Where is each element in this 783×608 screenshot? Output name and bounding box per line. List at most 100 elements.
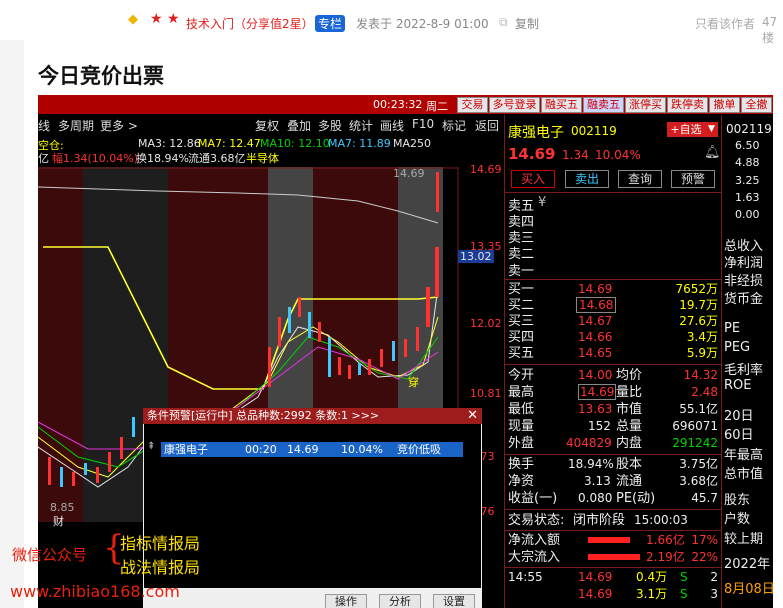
candle bbox=[368, 359, 371, 375]
stat-value: 18.94% bbox=[568, 457, 614, 471]
candle bbox=[278, 317, 281, 347]
post-timestamp: 发表于 2022-8-9 01:00 bbox=[356, 17, 489, 31]
candle bbox=[416, 327, 419, 351]
candle bbox=[436, 172, 439, 212]
menu-adjust[interactable]: 复权 bbox=[255, 117, 279, 134]
menu-line[interactable]: 线 bbox=[38, 117, 50, 134]
analyze-button[interactable]: 分析 bbox=[379, 594, 421, 608]
menu-f10[interactable]: F10 bbox=[412, 117, 434, 131]
stat-row: 换手 18.94% 股本 3.75亿 bbox=[508, 456, 720, 473]
add-favorite-button[interactable]: +自选 bbox=[667, 122, 705, 137]
only-author-link[interactable]: 只看该作者 bbox=[695, 15, 755, 32]
menu-more[interactable]: 更多 > bbox=[100, 117, 138, 134]
alert-price: 14.69 bbox=[287, 443, 319, 456]
trade-button[interactable]: 交易 bbox=[457, 97, 488, 113]
cancel-all-button[interactable]: 全撤 bbox=[741, 97, 772, 113]
stat-label: 流通 bbox=[616, 474, 643, 489]
limit-down-sell-button[interactable]: 跌停卖 bbox=[667, 97, 708, 113]
bell-icon[interactable]: 🔔︎ bbox=[704, 145, 721, 160]
sell-button[interactable]: 卖出 bbox=[565, 170, 609, 188]
flow-label: 大宗流入 bbox=[508, 550, 561, 565]
stat-value: 55.1亿 bbox=[679, 402, 718, 416]
settings-button[interactable]: 设置 bbox=[433, 594, 475, 608]
margin-buy-button[interactable]: 融买五 bbox=[541, 97, 582, 113]
menu-draw[interactable]: 画线 bbox=[380, 117, 404, 134]
sector-name: 半导体 bbox=[246, 152, 279, 165]
query-button[interactable]: 查询 bbox=[618, 170, 662, 188]
current-price-tag: 13.02 bbox=[458, 250, 494, 263]
bid-row: 买三 14.67 27.6万 bbox=[508, 313, 720, 330]
site-watermark: www.zhibiao168.com bbox=[10, 582, 180, 601]
margin-sell-button[interactable]: 融卖五 bbox=[583, 97, 624, 113]
cancel-order-button[interactable]: 撤单 bbox=[709, 97, 740, 113]
ma3-value: MA3: 12.86 bbox=[138, 137, 201, 150]
high-label: 14.69 bbox=[393, 167, 425, 180]
bid-volume: 19.7万 bbox=[679, 298, 718, 312]
flow-label: 净流入额 bbox=[508, 533, 561, 548]
far-right-value: 1.63 bbox=[735, 191, 760, 204]
indicator-unit: 亿 bbox=[38, 152, 49, 165]
stat-row: 最高 14.69 量比 2.48 bbox=[508, 384, 720, 401]
alert-button[interactable]: 预警 bbox=[671, 170, 715, 188]
floor-number: 47楼 bbox=[762, 15, 778, 45]
stat-value: 291242 bbox=[672, 436, 718, 450]
column-badge[interactable]: 专栏 bbox=[315, 15, 346, 32]
flow-value: 2.19亿 bbox=[646, 550, 685, 564]
price-change-pct: 10.04% bbox=[595, 148, 641, 162]
alert-time: 00:20 bbox=[245, 443, 277, 456]
panel-divider bbox=[721, 115, 722, 608]
stat-value: 14.00 bbox=[578, 368, 613, 382]
stat-value: 3.13 bbox=[584, 474, 611, 488]
candle bbox=[358, 363, 361, 375]
bid-volume: 5.9万 bbox=[686, 346, 718, 360]
tick-count: 3 bbox=[710, 587, 718, 601]
candle bbox=[435, 247, 439, 297]
bid-row: 买二 14.68 19.7万 bbox=[508, 297, 720, 314]
close-icon[interactable]: ✕ bbox=[467, 408, 478, 424]
bid-row: 买四 14.66 3.4万 bbox=[508, 329, 720, 346]
tick-side: S bbox=[680, 570, 688, 584]
ma7-value: MA7: 12.47 bbox=[198, 137, 261, 150]
menu-multi-period[interactable]: 多周期 bbox=[58, 117, 94, 134]
menu-stats[interactable]: 统计 bbox=[349, 117, 373, 134]
post-title: 今日竞价出票 bbox=[38, 64, 164, 88]
divider bbox=[504, 567, 722, 568]
stat-label: 内盘 bbox=[616, 436, 643, 451]
candle bbox=[72, 472, 75, 486]
stat-value: 45.7 bbox=[691, 491, 718, 505]
fundamental-label: 货币金 bbox=[724, 292, 764, 307]
operate-button[interactable]: 操作 bbox=[325, 594, 367, 608]
stat-label: 现量 bbox=[508, 419, 535, 434]
alert-row[interactable]: 康强电子 00:20 14.69 10.04% 竞价低吸 bbox=[161, 442, 463, 457]
flow-pct: 22% bbox=[691, 550, 718, 564]
limit-up-buy-button[interactable]: 涨停买 bbox=[625, 97, 666, 113]
candle bbox=[426, 287, 430, 327]
author-level-link[interactable]: 技术入门（分享值2星） bbox=[186, 15, 314, 32]
menu-back[interactable]: 返回 bbox=[475, 117, 499, 134]
candle bbox=[96, 467, 99, 483]
copy-link[interactable]: 复制 bbox=[515, 15, 539, 32]
bid-price: 14.65 bbox=[578, 346, 613, 360]
menu-multi-stock[interactable]: 多股 bbox=[318, 117, 342, 134]
weekday: 周二 bbox=[426, 100, 448, 113]
fundamental-label: 年最高 bbox=[724, 448, 764, 463]
buy-button[interactable]: 买入 bbox=[511, 170, 555, 188]
diamond-icon: ◆ bbox=[128, 12, 138, 27]
candle bbox=[298, 297, 301, 317]
menu-mark[interactable]: 标记 bbox=[442, 117, 466, 134]
multi-login-button[interactable]: 多号登录 bbox=[489, 97, 540, 113]
divider bbox=[504, 364, 722, 365]
yen-icon: ¥ bbox=[538, 195, 547, 210]
star-rating-icon: ★ ★ bbox=[150, 11, 180, 27]
wechat-label: 微信公众号 bbox=[12, 546, 88, 564]
chevron-down-icon[interactable]: ▼ bbox=[705, 122, 718, 137]
low-marker: 财 bbox=[53, 515, 64, 528]
copy-icon[interactable]: ⧉ bbox=[499, 15, 508, 30]
candle bbox=[328, 337, 331, 377]
divider bbox=[504, 192, 722, 193]
menu-overlay[interactable]: 叠加 bbox=[287, 117, 311, 134]
y-tick: 10.81 bbox=[470, 387, 502, 400]
stat-value: 696071 bbox=[672, 419, 718, 433]
top-toolbar: 00:23:32 周二 交易 多号登录 融买五 融卖五 涨停买 跌停卖 撤单 全… bbox=[38, 95, 773, 114]
stat-value: 3.68亿 bbox=[679, 474, 718, 488]
